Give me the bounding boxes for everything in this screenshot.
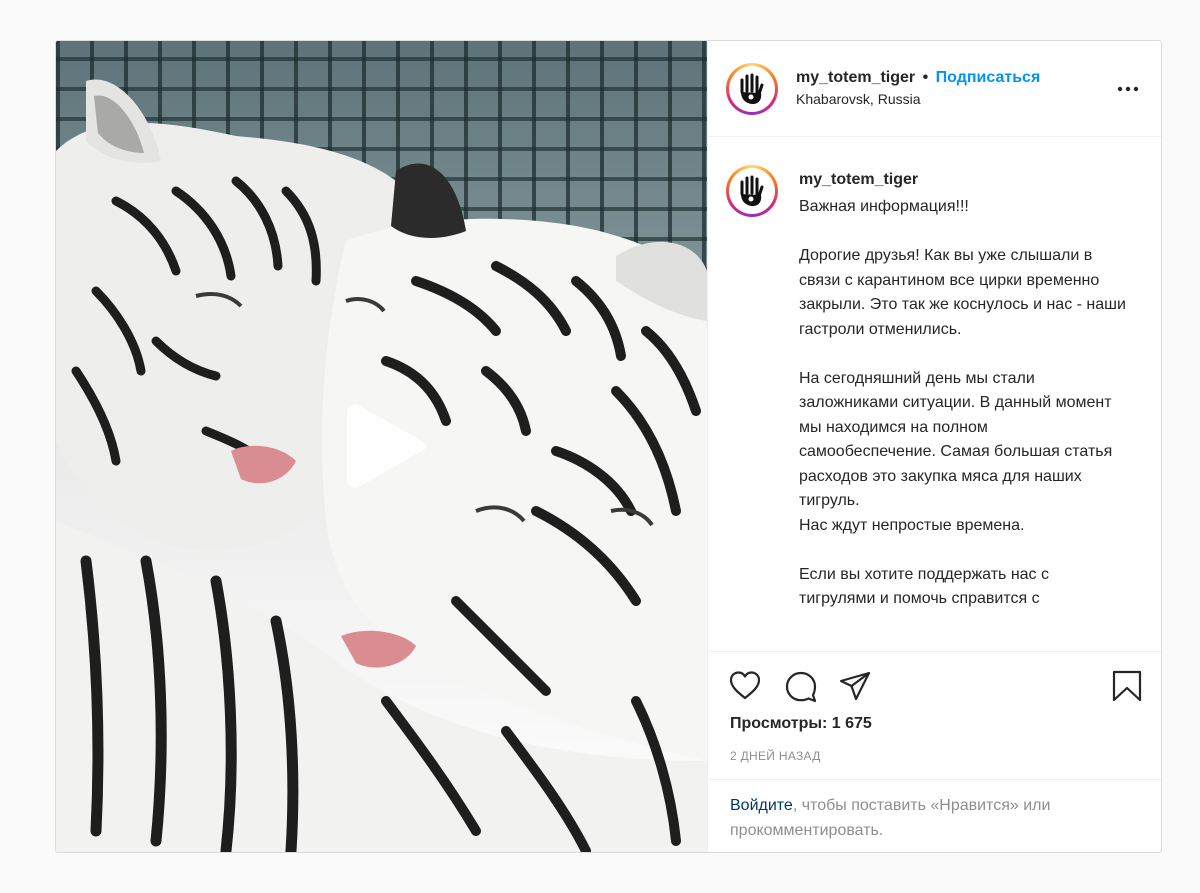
handprint-logo-icon xyxy=(740,73,764,104)
post-sidebar: my_totem_tiger • Подписаться Khabarovsk,… xyxy=(707,41,1161,852)
heart-icon[interactable] xyxy=(728,669,762,703)
bookmark-icon[interactable] xyxy=(1110,669,1144,703)
caption-avatar[interactable] xyxy=(726,165,778,217)
login-prompt: Войдите, чтобы поставить «Нравится» или … xyxy=(708,779,1161,852)
more-horizontal-icon[interactable] xyxy=(1116,81,1140,97)
post-video[interactable] xyxy=(56,41,707,852)
caption-section: my_totem_tiger Важная информация!!! Доро… xyxy=(708,138,1161,650)
post-header: my_totem_tiger • Подписаться Khabarovsk,… xyxy=(708,41,1161,137)
action-bar: Просмотры: 1 675 2 ДНЕЙ НАЗАД xyxy=(708,651,1161,779)
header-username[interactable]: my_totem_tiger xyxy=(796,69,915,86)
play-button[interactable] xyxy=(342,401,432,491)
comment-icon[interactable] xyxy=(784,669,818,703)
follow-button[interactable]: Подписаться xyxy=(936,69,1041,86)
caption-text: Важная информация!!! Дорогие друзья! Как… xyxy=(799,198,1126,607)
login-link[interactable]: Войдите xyxy=(730,797,793,814)
views-count: Просмотры: 1 675 xyxy=(730,715,872,732)
post-timestamp[interactable]: 2 ДНЕЙ НАЗАД xyxy=(730,749,821,763)
location-link[interactable]: Khabarovsk, Russia xyxy=(796,91,1040,107)
share-icon[interactable] xyxy=(838,669,872,703)
play-icon xyxy=(347,404,427,488)
instagram-post: my_totem_tiger • Подписаться Khabarovsk,… xyxy=(55,40,1162,853)
caption-username[interactable]: my_totem_tiger xyxy=(799,171,918,189)
handprint-logo-icon xyxy=(740,175,764,206)
separator-dot: • xyxy=(922,69,929,86)
avatar[interactable] xyxy=(726,63,778,115)
